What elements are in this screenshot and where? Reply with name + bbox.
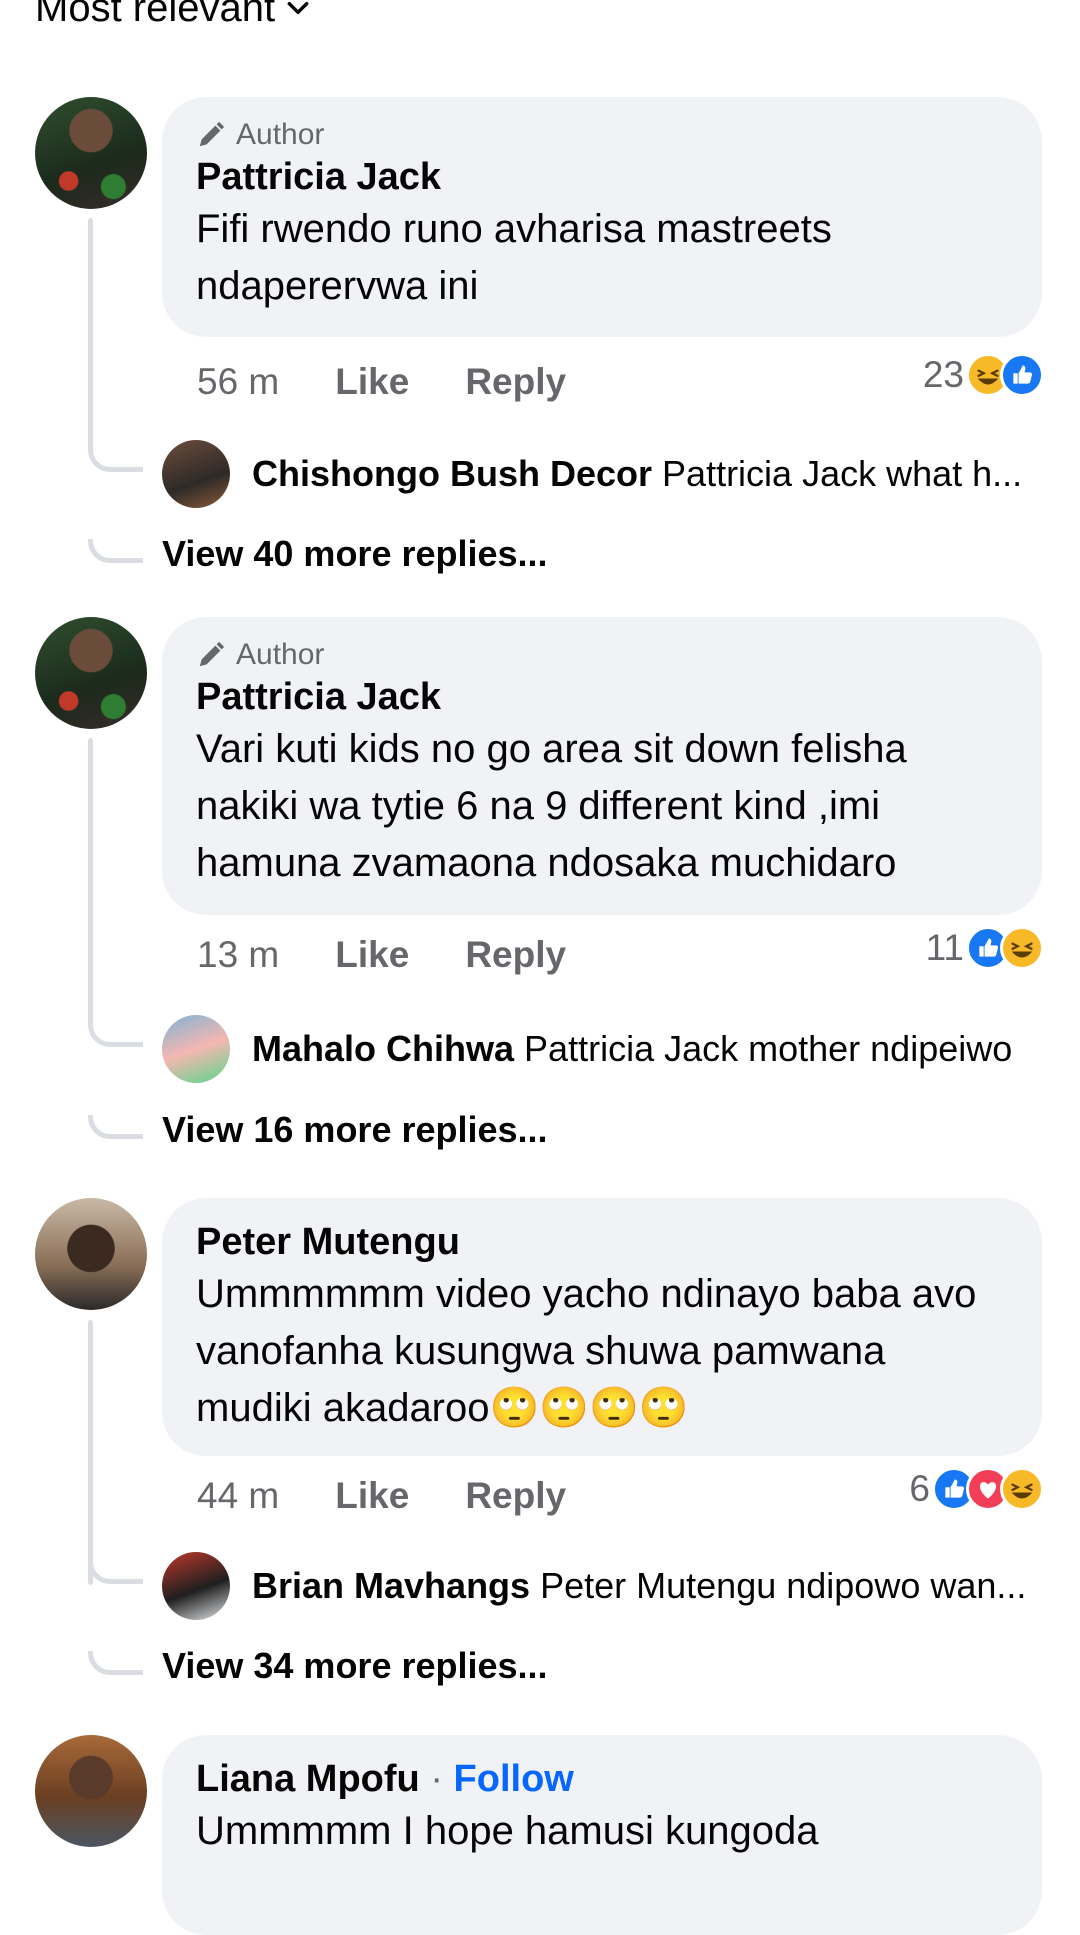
haha-reaction-icon: [1000, 926, 1044, 970]
follow-button[interactable]: Follow: [454, 1758, 574, 1800]
pencil-icon: [199, 641, 225, 667]
reply-preview[interactable]: Chishongo Bush Decor Pattricia Jack what…: [162, 440, 1022, 508]
comment-actions: 44 m Like Reply: [197, 1476, 566, 1516]
comment-bubble[interactable]: Peter Mutengu Ummmmmm video yacho ndinay…: [162, 1198, 1042, 1456]
comment-bubble[interactable]: Author Pattricia Jack Vari kuti kids no …: [162, 617, 1042, 915]
chevron-down-icon: [287, 1, 309, 15]
reply-connector: [88, 1023, 143, 1047]
pencil-icon: [199, 121, 225, 147]
author-badge-label: Author: [236, 638, 325, 671]
commenter-name-row: Liana Mpofu · Follow: [196, 1758, 574, 1800]
avatar[interactable]: [35, 97, 147, 209]
comment-time[interactable]: 44 m: [197, 1476, 279, 1516]
commenter-name[interactable]: Pattricia Jack: [196, 153, 1008, 201]
comment-bubble[interactable]: Liana Mpofu · Follow Ummmmm I hope hamus…: [162, 1735, 1042, 1935]
haha-reaction-icon: [1000, 1467, 1044, 1511]
comment-bubble[interactable]: Author Pattricia Jack Fifi rwendo runo a…: [162, 97, 1042, 337]
reply-text: Pattricia Jack mother ndipeiwo: [524, 1028, 1013, 1069]
reply-avatar[interactable]: [162, 1552, 230, 1620]
reaction-count: 23: [922, 354, 964, 395]
commenter-name[interactable]: Peter Mutengu: [196, 1218, 1008, 1266]
avatar[interactable]: [35, 617, 147, 729]
view-more-connector: [88, 1115, 143, 1139]
reply-author-name[interactable]: Chishongo Bush Decor: [252, 453, 652, 494]
thread-line: [88, 218, 93, 450]
author-badge-label: Author: [236, 118, 325, 151]
comment-time[interactable]: 56 m: [197, 362, 279, 402]
view-more-replies-link[interactable]: View 16 more replies...: [162, 1110, 548, 1150]
like-reaction-icon: [1000, 353, 1044, 397]
reply-text: Peter Mutengu ndipowo wan...: [540, 1565, 1027, 1606]
reply-avatar[interactable]: [162, 440, 230, 508]
thread-line: [88, 1320, 93, 1585]
avatar[interactable]: [35, 1198, 147, 1310]
view-more-replies-link[interactable]: View 40 more replies...: [162, 534, 548, 574]
reply-button[interactable]: Reply: [465, 362, 566, 402]
commenter-name[interactable]: Pattricia Jack: [196, 673, 1008, 721]
like-button[interactable]: Like: [335, 1476, 409, 1516]
reactions[interactable]: 6: [909, 1466, 1044, 1512]
view-more-replies-link[interactable]: View 34 more replies...: [162, 1646, 548, 1686]
author-badge: Author: [196, 637, 1008, 673]
like-button[interactable]: Like: [335, 362, 409, 402]
comment-text: Ummmmm I hope hamusi kungoda: [196, 1809, 819, 1853]
view-more-connector: [88, 1651, 143, 1675]
view-more-connector: [88, 539, 143, 563]
author-badge: Author: [196, 117, 1008, 153]
reply-preview[interactable]: Brian Mavhangs Peter Mutengu ndipowo wan…: [162, 1552, 1026, 1620]
reply-avatar[interactable]: [162, 1015, 230, 1083]
sort-dropdown[interactable]: Most relevant: [35, 0, 311, 28]
avatar[interactable]: [35, 1735, 147, 1847]
comment-time[interactable]: 13 m: [197, 935, 279, 975]
reaction-count: 11: [925, 927, 964, 968]
comment-text: Vari kuti kids no go area sit down felis…: [196, 727, 907, 885]
like-button[interactable]: Like: [335, 935, 409, 975]
reply-button[interactable]: Reply: [465, 1476, 566, 1516]
reply-author-name[interactable]: Mahalo Chihwa: [252, 1028, 514, 1069]
comment-text: Fifi rwendo runo avharisa mastreets ndap…: [196, 207, 832, 308]
reply-preview[interactable]: Mahalo Chihwa Pattricia Jack mother ndip…: [162, 1015, 1012, 1083]
reply-button[interactable]: Reply: [465, 935, 566, 975]
reaction-count: 6: [909, 1468, 930, 1509]
comment-actions: 56 m Like Reply: [197, 362, 566, 402]
reply-author-name[interactable]: Brian Mavhangs: [252, 1565, 530, 1606]
thread-line: [88, 738, 93, 1028]
reactions[interactable]: 23: [923, 352, 1044, 398]
sort-label: Most relevant: [35, 0, 276, 30]
reactions[interactable]: 11: [926, 925, 1044, 971]
reply-connector: [88, 1560, 143, 1584]
comment-actions: 13 m Like Reply: [197, 935, 566, 975]
commenter-name[interactable]: Liana Mpofu: [196, 1758, 420, 1800]
reply-connector: [88, 448, 143, 472]
reply-text: Pattricia Jack what h...: [662, 453, 1023, 494]
comment-text: Ummmmmm video yacho ndinayo baba avo van…: [196, 1272, 977, 1430]
